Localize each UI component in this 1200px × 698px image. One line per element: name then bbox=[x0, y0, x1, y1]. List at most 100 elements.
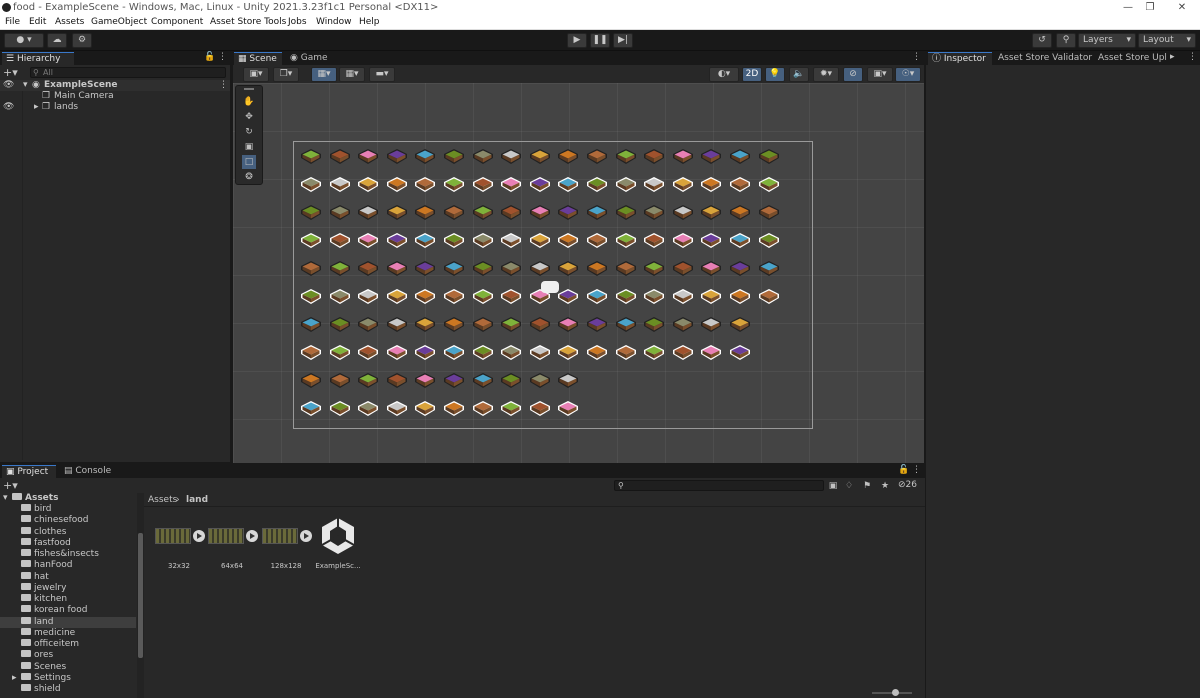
tab-project[interactable]: ▣ Project bbox=[2, 465, 56, 478]
expand-arrow-icon[interactable]: ▾ bbox=[3, 493, 8, 504]
account-button[interactable]: ● ▾ bbox=[4, 33, 44, 48]
expand-arrow-icon[interactable]: ▸ bbox=[12, 673, 17, 684]
visibility-eye-icon[interactable]: 👁 bbox=[3, 80, 14, 91]
lock-icon[interactable]: 🔓 bbox=[898, 465, 909, 475]
folder-item[interactable]: korean food bbox=[0, 605, 136, 616]
folder-item[interactable]: fishes&insects bbox=[0, 549, 136, 560]
asset-item-examplescene[interactable]: ExampleSc... bbox=[314, 516, 362, 570]
folder-item[interactable]: land bbox=[0, 616, 136, 628]
search-by-type-icon[interactable]: ▣ bbox=[826, 479, 840, 493]
drag-handle-icon[interactable] bbox=[244, 88, 254, 90]
tag-icon[interactable]: ⚑ bbox=[860, 479, 874, 493]
tab-game[interactable]: ◉ Game bbox=[286, 52, 334, 65]
maximize-button[interactable]: ❐ bbox=[1140, 0, 1160, 16]
folder-item[interactable]: Scenes bbox=[0, 661, 136, 673]
hierarchy-item-main-camera[interactable]: ❐ Main Camera bbox=[0, 91, 230, 102]
menu-window[interactable]: Window bbox=[316, 16, 352, 29]
project-search-input[interactable]: ⚲ bbox=[614, 480, 824, 491]
rect-tool-icon[interactable]: □ bbox=[242, 155, 256, 169]
hidden-objects-icon[interactable]: ⊘ bbox=[843, 67, 863, 82]
folder-assets-root[interactable]: ▾ Assets bbox=[0, 493, 136, 504]
shading-dropdown[interactable]: ◐▾ bbox=[709, 67, 739, 82]
move-tool-icon[interactable]: ✥ bbox=[242, 110, 256, 124]
folder-item[interactable]: bird bbox=[0, 504, 136, 515]
close-button[interactable]: ✕ bbox=[1172, 0, 1192, 16]
expand-arrow-icon[interactable]: ▾ bbox=[23, 80, 28, 91]
favorite-star-icon[interactable]: ★ bbox=[878, 479, 892, 493]
increment-snap-dropdown[interactable]: ▬▾ bbox=[369, 67, 395, 82]
hierarchy-scene-row[interactable]: 👁 ▾ ◉ ExampleScene ⋮ bbox=[0, 80, 230, 91]
folder-item[interactable]: clothes bbox=[0, 526, 136, 538]
menu-file[interactable]: File bbox=[5, 16, 20, 29]
menu-help[interactable]: Help bbox=[359, 16, 380, 29]
hierarchy-item-lands[interactable]: 👁 ▸ ❐ lands bbox=[0, 102, 230, 113]
folder-tree-scrollbar[interactable] bbox=[137, 493, 144, 698]
history-icon[interactable]: ↺ bbox=[1032, 33, 1052, 48]
folder-item[interactable]: hanFood bbox=[0, 560, 136, 571]
menu-jobs[interactable]: Jobs bbox=[288, 16, 307, 29]
cloud-icon[interactable]: ☁ bbox=[47, 33, 67, 48]
breadcrumb-assets[interactable]: Assets bbox=[148, 495, 177, 505]
tab-scene[interactable]: ▦ Scene bbox=[234, 52, 282, 65]
folder-item[interactable]: medicine bbox=[0, 627, 136, 639]
menu-asset-store-tools[interactable]: Asset Store Tools bbox=[210, 16, 286, 29]
more-options-icon[interactable]: ⋮ bbox=[218, 52, 227, 62]
folder-item[interactable]: kitchen bbox=[0, 594, 136, 605]
lock-icon[interactable]: 🔓 bbox=[204, 52, 215, 62]
scrollbar-thumb[interactable] bbox=[138, 533, 143, 658]
transform-tool-icon[interactable]: ❂ bbox=[242, 170, 256, 184]
tab-console[interactable]: ▤ Console bbox=[60, 465, 114, 478]
more-options-icon[interactable]: ⋮ bbox=[1188, 52, 1197, 62]
scene-view-canvas[interactable]: ✋ ✥ ↻ ▣ □ ❂ bbox=[233, 83, 924, 463]
folder-item[interactable]: hat bbox=[0, 571, 136, 583]
hierarchy-search-input[interactable]: ⚲ All bbox=[30, 67, 226, 78]
tab-asset-store-validator[interactable]: Asset Store Validator bbox=[998, 52, 1094, 65]
grid-snap-dropdown[interactable]: ▦▾ bbox=[311, 67, 337, 82]
search-by-label-icon[interactable]: ♢ bbox=[842, 479, 856, 493]
menu-gameobject[interactable]: GameObject bbox=[91, 16, 147, 29]
asset-item-64x64[interactable]: 64x64 bbox=[208, 522, 258, 570]
tab-hierarchy[interactable]: ☰ Hierarchy bbox=[2, 52, 74, 65]
more-options-icon[interactable]: ⋮ bbox=[912, 52, 921, 62]
minimize-button[interactable]: — bbox=[1118, 0, 1138, 16]
hand-tool-icon[interactable]: ✋ bbox=[242, 95, 256, 109]
lighting-icon[interactable]: 💡 bbox=[765, 67, 785, 82]
thumbnail-size-slider[interactable] bbox=[872, 689, 912, 696]
settings-gear-icon[interactable]: ⚙ bbox=[72, 33, 92, 48]
tab-asset-store-uploader[interactable]: Asset Store Upl bbox=[1098, 52, 1168, 65]
asset-item-32x32[interactable]: 32x32 bbox=[155, 522, 205, 570]
gizmos-dropdown[interactable]: ☉▾ bbox=[895, 67, 921, 82]
tab-inspector[interactable]: ⓘ Inspector bbox=[928, 52, 992, 65]
tab-scroll-right-icon[interactable]: ▸ bbox=[1170, 52, 1175, 62]
hidden-packages-toggle[interactable]: ⊘26 bbox=[898, 480, 917, 490]
more-options-icon[interactable]: ⋮ bbox=[912, 465, 921, 475]
visibility-eye-icon[interactable]: 👁 bbox=[3, 102, 14, 113]
folder-item[interactable]: ▸ Settings bbox=[0, 672, 136, 684]
folder-item[interactable]: officeitem bbox=[0, 639, 136, 650]
folder-item[interactable]: fastfood bbox=[0, 537, 136, 549]
search-icon[interactable]: ⚲ bbox=[1056, 33, 1076, 48]
scale-tool-icon[interactable]: ▣ bbox=[242, 140, 256, 154]
grid-visibility-dropdown[interactable]: ▦▾ bbox=[339, 67, 365, 82]
camera-dropdown[interactable]: ▣▾ bbox=[867, 67, 893, 82]
scene-options-icon[interactable]: ⋮ bbox=[219, 80, 228, 91]
folder-item[interactable]: jewelry bbox=[0, 582, 136, 594]
camera-gizmo-icon[interactable] bbox=[541, 281, 559, 293]
rotate-tool-icon[interactable]: ↻ bbox=[242, 125, 256, 139]
render-mode-dropdown[interactable]: ❐▾ bbox=[273, 67, 299, 82]
menu-component[interactable]: Component bbox=[151, 16, 203, 29]
expand-arrow-icon[interactable]: ▸ bbox=[34, 102, 39, 113]
pause-button[interactable]: ❚❚ bbox=[590, 33, 610, 48]
step-button[interactable]: ▶| bbox=[613, 33, 633, 48]
create-asset-button[interactable]: +▾ bbox=[3, 479, 18, 492]
effects-dropdown[interactable]: ✹▾ bbox=[813, 67, 839, 82]
folder-item[interactable]: ores bbox=[0, 650, 136, 661]
asset-item-128x128[interactable]: 128x128 bbox=[262, 522, 312, 570]
draw-mode-dropdown[interactable]: ▣▾ bbox=[243, 67, 269, 82]
menu-edit[interactable]: Edit bbox=[29, 16, 46, 29]
layers-dropdown[interactable]: Layers ▾ bbox=[1078, 33, 1136, 48]
breadcrumb-land[interactable]: land bbox=[186, 495, 208, 505]
folder-item[interactable]: chinesefood bbox=[0, 515, 136, 526]
play-button[interactable]: ▶ bbox=[567, 33, 587, 48]
add-object-button[interactable]: +▾ bbox=[3, 66, 18, 79]
